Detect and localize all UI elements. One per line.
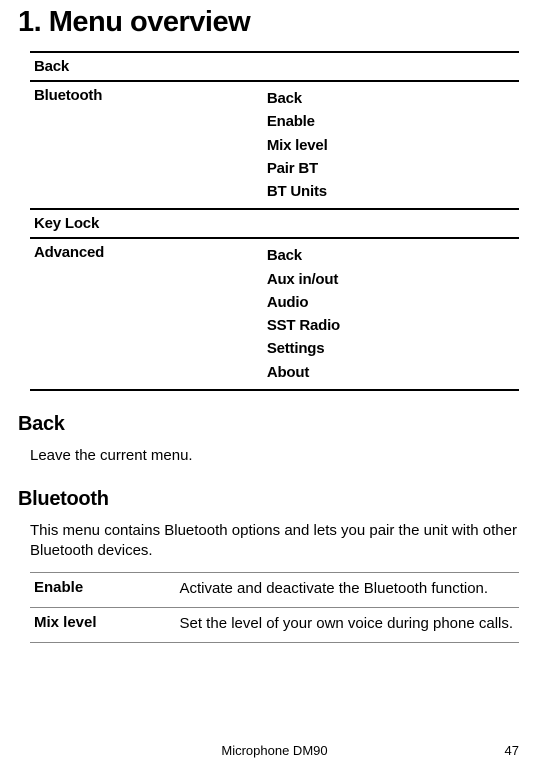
submenu-item: Back bbox=[267, 244, 519, 267]
submenu-item: SST Radio bbox=[267, 314, 519, 337]
footer-product-name: Microphone DM90 bbox=[30, 743, 519, 758]
menu-row: Advanced Back Aux in/out Audio SST Radio… bbox=[30, 237, 519, 391]
document-page: 1. Menu overview Back Bluetooth Back Ena… bbox=[0, 0, 549, 776]
definition-term-enable: Enable bbox=[30, 579, 180, 599]
page-footer: Microphone DM90 47 bbox=[30, 743, 519, 758]
submenu-item: Enable bbox=[267, 110, 519, 133]
submenu-item: Back bbox=[267, 87, 519, 110]
section-heading-bluetooth: Bluetooth bbox=[18, 488, 519, 511]
definition-row: Enable Activate and deactivate the Bluet… bbox=[30, 572, 519, 607]
submenu-item: BT Units bbox=[267, 180, 519, 203]
submenu-item: Mix level bbox=[267, 134, 519, 157]
section-body-bluetooth: This menu contains Bluetooth options and… bbox=[30, 521, 519, 562]
definition-desc: Activate and deactivate the Bluetooth fu… bbox=[180, 579, 520, 599]
submenu-item: Audio bbox=[267, 291, 519, 314]
submenu-advanced: Back Aux in/out Audio SST Radio Settings… bbox=[267, 244, 519, 384]
submenu-item: Aux in/out bbox=[267, 268, 519, 291]
bluetooth-definitions: Enable Activate and deactivate the Bluet… bbox=[30, 572, 519, 644]
section-heading-back: Back bbox=[18, 413, 519, 436]
menu-row: Bluetooth Back Enable Mix level Pair BT … bbox=[30, 80, 519, 208]
definition-term-mixlevel: Mix level bbox=[30, 614, 180, 634]
page-title: 1. Menu overview bbox=[18, 0, 519, 39]
submenu-bluetooth: Back Enable Mix level Pair BT BT Units bbox=[267, 87, 519, 203]
section-body-back: Leave the current menu. bbox=[30, 446, 519, 466]
submenu-item: Pair BT bbox=[267, 157, 519, 180]
submenu-item: Settings bbox=[267, 337, 519, 360]
menu-row: Back bbox=[30, 51, 519, 80]
definition-row: Mix level Set the level of your own voic… bbox=[30, 607, 519, 643]
menu-item-back: Back bbox=[30, 58, 267, 75]
menu-overview-table: Back Bluetooth Back Enable Mix level Pai… bbox=[30, 51, 519, 391]
menu-item-keylock: Key Lock bbox=[30, 215, 267, 232]
menu-item-advanced: Advanced bbox=[30, 244, 267, 384]
submenu-item: About bbox=[267, 361, 519, 384]
menu-row: Key Lock bbox=[30, 208, 519, 237]
definition-desc: Set the level of your own voice during p… bbox=[180, 614, 520, 634]
footer-page-number: 47 bbox=[505, 743, 519, 758]
menu-item-bluetooth: Bluetooth bbox=[30, 87, 267, 203]
